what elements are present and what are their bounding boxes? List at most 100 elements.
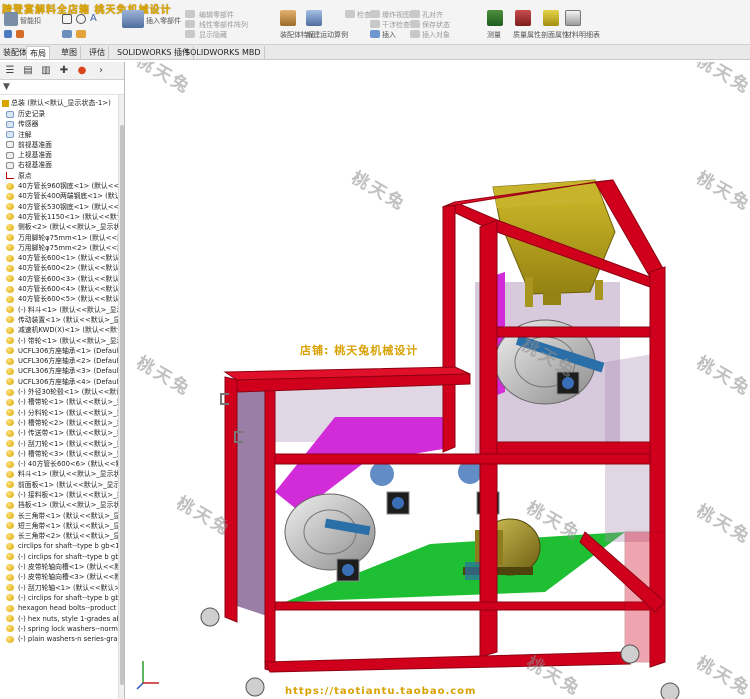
new-motion-study-label[interactable]: 新建运动算例	[306, 30, 348, 40]
linear-pattern-label[interactable]: 线性零部件阵列	[199, 20, 248, 30]
explode-view-label[interactable]: 爆炸视图	[382, 10, 410, 20]
measure-label[interactable]: 测量	[487, 30, 501, 40]
tree-item[interactable]: (-) circlips for shaft--type b gb<	[0, 593, 118, 603]
interference-label[interactable]: 干涉检查	[382, 20, 410, 30]
mass-properties-icon[interactable]	[515, 10, 531, 26]
tree-item[interactable]: (-) 料斗<1> (默认<<默认>_显示状	[0, 305, 118, 315]
tree-item[interactable]: (-) plain washers-n series-grad	[0, 634, 118, 644]
configuration-manager-tab-icon[interactable]: ▥	[40, 65, 52, 77]
tree-item[interactable]: (-) 40方管长600<6> (默认<<默认	[0, 459, 118, 469]
tree-item[interactable]: 料斗<1> (默认<<默认>_显示状态	[0, 469, 118, 479]
tree-item[interactable]: 万用脚轮φ75mm<2> (默认<<默认	[0, 243, 118, 253]
tree-item[interactable]: (-) 传送带<1> (默认<<默认>_显示	[0, 428, 118, 438]
save-state-label[interactable]: 保存状态	[422, 20, 450, 30]
tree-item[interactable]: 原点	[0, 171, 118, 181]
tree-item[interactable]: 40方管长600<4> (默认<<默认>_显	[0, 284, 118, 294]
tree-item[interactable]: 长三角带<1> (默认<<默认>_显示	[0, 511, 118, 521]
show-hide-label[interactable]: 显示隐藏	[199, 30, 227, 40]
tree-item[interactable]: 40方管长600<1> (默认<<默认>_显	[0, 253, 118, 263]
check-label[interactable]: 检查	[357, 10, 371, 20]
tree-item[interactable]: (-) 槽带轮<3> (默认<<默认>_显示	[0, 449, 118, 459]
explode-view-icon[interactable]	[370, 10, 380, 18]
tree-item[interactable]: 40方管长960钢底<1> (默认<<默认	[0, 181, 118, 191]
tree-item[interactable]: 传动装置<1> (默认<<默认>_显示状	[0, 315, 118, 325]
tree-item[interactable]: 40方管长530钢底<1> (默认<<默认	[0, 202, 118, 212]
tree-item[interactable]: 传感器	[0, 119, 118, 129]
graphics-viewport[interactable]: 桃天兔 桃天兔 桃天兔 桃天兔 桃天兔 桃天兔 桃天兔 桃天兔 桃天兔 桃天兔 …	[125, 62, 750, 699]
tree-item[interactable]: UCFL306方座轴承<1> (Default<<	[0, 346, 118, 356]
tree-item[interactable]: 长三角带<2> (默认<<默认>_显示	[0, 531, 118, 541]
tree-item[interactable]: (-) 皮带轮轴向槽<3> (默认<<默认	[0, 572, 118, 582]
rotate-icon[interactable]	[16, 30, 24, 38]
hole-align-icon[interactable]	[410, 10, 420, 18]
linear-pattern-icon[interactable]	[185, 20, 195, 28]
tree-item[interactable]: 历史记录	[0, 109, 118, 119]
tree-item[interactable]: (-) hex nuts, style 1-grades ab g	[0, 614, 118, 624]
tree-root-assembly[interactable]: 总装 (默认<默认_显示状态-1>)	[2, 98, 111, 108]
insert-object-icon[interactable]	[410, 30, 420, 38]
tree-item[interactable]: 减速机KWD(X)<1> (默认<<默认	[0, 325, 118, 335]
tree-item[interactable]: 前视基准面	[0, 140, 118, 150]
tree-item[interactable]: circlips for shaft--type b gb<1>	[0, 541, 118, 551]
tree-item[interactable]: (-) 外径30轮毂<1> (默认<<默认>_	[0, 387, 118, 397]
display-manager-tab-icon[interactable]: ●	[76, 65, 88, 77]
tree-item[interactable]: UCFL306方座轴承<4> (Default<<	[0, 377, 118, 387]
check-icon[interactable]	[345, 10, 355, 18]
scrollbar-thumb[interactable]	[120, 125, 124, 685]
tree-item[interactable]: 短三角带<1> (默认<<默认>_显示	[0, 521, 118, 531]
filter-icon[interactable]: ▼	[3, 82, 10, 92]
tree-item[interactable]: (-) circlips for shaft--type b gb-	[0, 552, 118, 562]
mirror-icon[interactable]	[62, 30, 72, 38]
assembly-features-icon[interactable]	[280, 10, 296, 26]
tree-item[interactable]: (-) 刮刀轮轴<1> (默认<<默认>_显	[0, 583, 118, 593]
edit-component-icon[interactable]	[185, 10, 195, 18]
tree-item[interactable]: 40方管长1150<1> (默认<<默认>_显	[0, 212, 118, 222]
bom-icon[interactable]	[565, 10, 581, 26]
motion-study-icon[interactable]	[306, 10, 322, 26]
machine-model-svg[interactable]	[125, 62, 750, 699]
save-state-icon[interactable]	[410, 20, 420, 28]
insert-label[interactable]: 插入	[382, 30, 396, 40]
panel-expand-icon[interactable]: ›	[95, 65, 107, 77]
tree-item[interactable]: (-) 槽带轮<1> (默认<<默认>_显示	[0, 397, 118, 407]
tab-2[interactable]: 草图	[58, 46, 81, 59]
tree-item[interactable]: 上视基准面	[0, 150, 118, 160]
smart-fastener-label[interactable]: 智能扣	[20, 16, 41, 26]
tree-item[interactable]: (-) 刮刀轮<1> (默认<<默认>_显示	[0, 439, 118, 449]
text-icon[interactable]: A	[90, 14, 100, 24]
edit-component-label[interactable]: 编辑零部件	[199, 10, 234, 20]
section-properties-icon[interactable]	[543, 10, 559, 26]
insert-object-label[interactable]: 插入对象	[422, 30, 450, 40]
tree-item[interactable]: 侧板<2> (默认<<默认>_显示状态	[0, 222, 118, 232]
tree-item[interactable]: 40方管长600<2> (默认<<默认>_显	[0, 263, 118, 273]
smart-fastener-icon[interactable]	[4, 12, 18, 26]
tree-item[interactable]: (-) 皮带轮轴向槽<1> (默认<<默认	[0, 562, 118, 572]
tree-item[interactable]: 挡板<1> (默认<<默认>_显示状态	[0, 500, 118, 510]
show-hide-icon[interactable]	[185, 30, 195, 38]
make-block-icon[interactable]	[122, 10, 144, 28]
tree-item[interactable]: UCFL306方座轴承<2> (Default<<	[0, 356, 118, 366]
tree-item[interactable]: (-) 接料板<1> (默认<<默认>_显示	[0, 490, 118, 500]
feature-tree-tab-icon[interactable]: ☰	[4, 65, 16, 77]
hole-align-label[interactable]: 孔对齐	[422, 10, 443, 20]
measure-icon[interactable]	[487, 10, 503, 26]
tree-item[interactable]: 注解	[0, 130, 118, 140]
interference-icon[interactable]	[370, 20, 380, 28]
bom-label[interactable]: 材料明细表	[565, 30, 600, 40]
tree-item[interactable]: 40方管长600<5> (默认<<默认>_显	[0, 294, 118, 304]
circle-icon[interactable]	[76, 14, 86, 24]
offset-icon[interactable]	[76, 30, 86, 38]
tree-item[interactable]: (-) 带轮<1> (默认<<默认>_显示状	[0, 336, 118, 346]
tree-item[interactable]: 40方管长400两端钢底<1> (默认<<默	[0, 191, 118, 201]
tree-item[interactable]: (-) spring lock washers--norma	[0, 624, 118, 634]
insert-icon[interactable]	[370, 30, 380, 38]
tab-1[interactable]: 布局	[26, 46, 50, 59]
settings-icon[interactable]	[4, 30, 12, 38]
insert-components-label[interactable]: 插入零部件	[146, 16, 181, 26]
tree-item[interactable]: UCFL306方座轴承<3> (Default<<	[0, 366, 118, 376]
tree-item[interactable]: 40方管长600<3> (默认<<默认>_显	[0, 274, 118, 284]
rectangle-icon[interactable]	[62, 14, 72, 24]
dimxpert-tab-icon[interactable]: ✚	[58, 65, 70, 77]
tab-3[interactable]: 评估	[86, 46, 109, 59]
property-manager-tab-icon[interactable]: ▤	[22, 65, 34, 77]
